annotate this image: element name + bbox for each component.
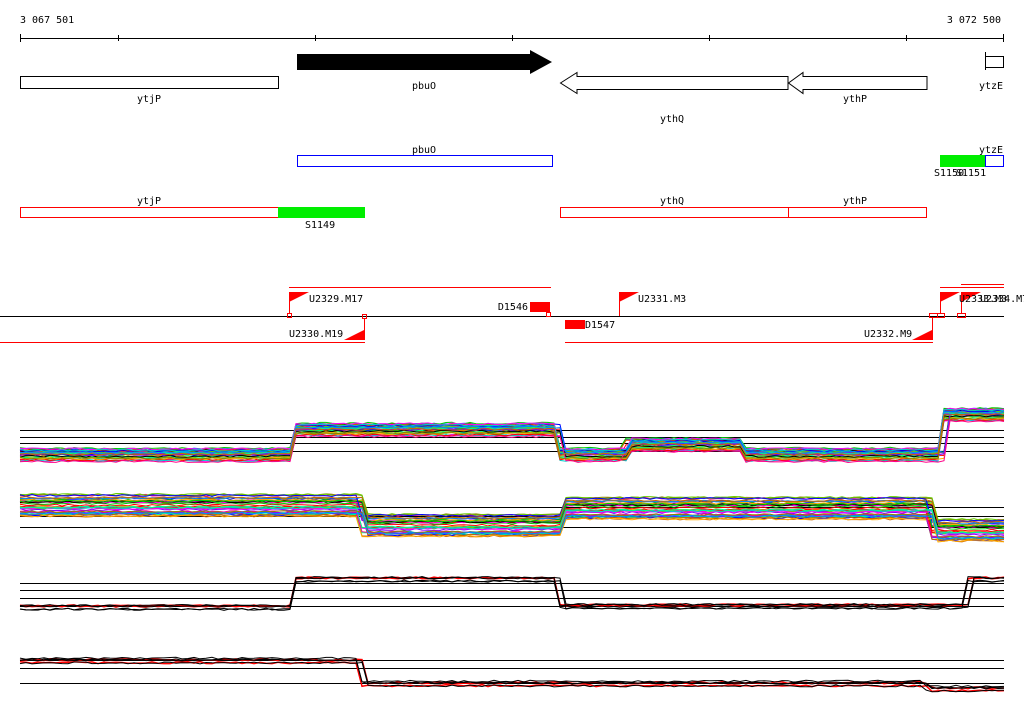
segment-s1150-s1151[interactable] [940,155,985,167]
d1546-marker[interactable] [530,302,550,312]
gene-track: ytjP pbuO ythQ ythP ytzE [20,50,1004,125]
d1547-marker[interactable] [565,320,585,329]
ythP-label: ythP [843,196,867,207]
u2330-label[interactable]: U2330.M19 [289,329,343,340]
gene-pbuO[interactable] [297,50,552,74]
ruler: 3 067 501 3 072 500 [20,15,1004,42]
d1546-label[interactable]: D1546 [498,302,528,313]
gene-ythQ-label: ythQ [660,114,684,125]
gene-ythP-label: ythP [843,94,867,105]
ythP-segment[interactable] [788,207,927,218]
u2331-label[interactable]: U2331.M3 [638,294,686,305]
gene-ytzE-label: ytzE [979,81,1003,92]
u2333-flag-icon [940,292,960,302]
segment-s1149-label: S1149 [305,220,335,231]
expression-profile-line [19,576,1005,608]
d1547-label[interactable]: D1547 [585,320,615,331]
u2329-label[interactable]: U2329.M17 [309,294,363,305]
expression-tracks [19,407,1005,693]
u2332-flag-icon [912,330,932,340]
forward-segment-track: pbuO ytzE S1150 S1151 [297,145,1004,179]
ytjP-segment[interactable] [20,207,279,218]
ythQ-label: ythQ [660,196,684,207]
ytjP-label: ytjP [137,196,161,207]
u2334-label[interactable]: U2334.M7 [980,294,1024,305]
ruler-end-label: 3 072 500 [947,15,1001,26]
ruler-start-label: 3 067 501 [20,15,74,26]
u2329-flag-icon [289,292,309,302]
genome-browser: 3 067 501 3 072 500 ytjP pbuO ythQ ythP … [0,15,1024,693]
gene-pbuO-label: pbuO [412,81,436,92]
ytzE-label: ytzE [979,145,1003,156]
reverse-segment-track: ytjP S1149 ythQ ythP [20,196,927,231]
expression-profile-line [19,661,1004,693]
u2332-label[interactable]: U2332.M9 [864,329,912,340]
gene-ytzE[interactable] [985,56,1004,68]
u2331-flag-icon [619,292,639,302]
ythQ-segment[interactable] [560,207,789,218]
u2330-flag-icon [344,330,364,340]
gene-ytjP-label: ytjP [137,94,161,105]
pbuO-label: pbuO [412,145,436,156]
gene-ytjP[interactable] [20,76,279,89]
gene-ythP[interactable] [787,71,928,95]
gene-ythQ[interactable] [559,71,789,95]
ytzE-segment[interactable] [985,155,1004,167]
pbuO-segment[interactable] [297,155,553,167]
segment-s1151-label: S1151 [956,168,986,179]
segment-s1149[interactable] [278,207,365,218]
feature-track: U2329.M17 U2330.M19 U2331.M3 U2332.M9 U2… [0,284,1024,343]
expression-profile-line [19,660,1005,693]
